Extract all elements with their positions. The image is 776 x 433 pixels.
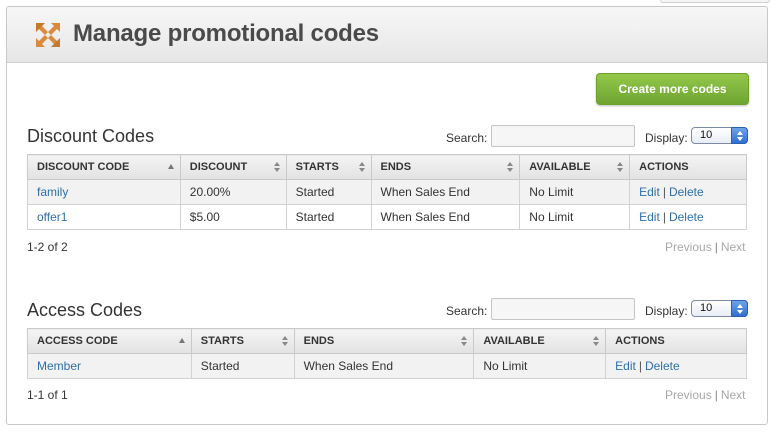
discount-codes-table: DISCOUNT CODE DISCOUNT STARTS ENDS AVAIL… bbox=[27, 154, 747, 230]
select-arrows-icon bbox=[731, 300, 748, 317]
discount-code-link[interactable]: family bbox=[37, 185, 68, 199]
page-title: Manage promotional codes bbox=[73, 20, 379, 47]
column-header-starts[interactable]: STARTS bbox=[285, 154, 372, 180]
action-separator: | bbox=[638, 359, 642, 373]
discount-display-select[interactable]: 10 bbox=[691, 127, 748, 144]
table-row: offer1 $5.00 Started When Sales End No L… bbox=[27, 204, 747, 230]
pager-separator: | bbox=[714, 388, 718, 402]
sort-icon bbox=[617, 162, 624, 173]
discount-value: 20.00% bbox=[179, 179, 287, 205]
access-codes-title: Access Codes bbox=[27, 300, 143, 320]
top-edge-tab bbox=[660, 0, 770, 3]
sort-icon bbox=[507, 162, 514, 173]
discount-display-label: Display: bbox=[645, 131, 688, 145]
sort-asc-icon bbox=[167, 162, 175, 173]
promo-codes-panel: Manage promotional codes Create more cod… bbox=[6, 6, 768, 425]
table-header-row: ACCESS CODE STARTS ENDS AVAILABLE ACTION… bbox=[27, 328, 747, 354]
next-link[interactable]: Next bbox=[721, 388, 746, 402]
ends-value: When Sales End bbox=[370, 204, 521, 230]
expand-arrows-icon bbox=[36, 23, 60, 47]
starts-value: Started bbox=[285, 179, 372, 205]
action-separator: | bbox=[662, 210, 666, 224]
sort-icon bbox=[273, 162, 281, 173]
edit-link[interactable]: Edit bbox=[639, 185, 660, 199]
row-actions: Edit | Delete bbox=[629, 179, 747, 205]
ends-value: When Sales End bbox=[370, 179, 521, 205]
starts-value: Started bbox=[285, 204, 372, 230]
column-header-actions: ACTIONS bbox=[605, 328, 747, 354]
starts-value: Started bbox=[190, 353, 295, 379]
previous-link[interactable]: Previous bbox=[665, 388, 712, 402]
column-header-actions: ACTIONS bbox=[629, 154, 747, 180]
discount-pager: Previous | Next bbox=[665, 240, 746, 254]
column-header-available[interactable]: AVAILABLE bbox=[519, 154, 631, 180]
column-header-starts[interactable]: STARTS bbox=[190, 328, 295, 354]
column-header-available[interactable]: AVAILABLE bbox=[473, 328, 607, 354]
discount-value: $5.00 bbox=[179, 204, 287, 230]
panel-header: Manage promotional codes bbox=[7, 7, 767, 63]
sort-asc-icon bbox=[178, 336, 186, 347]
column-header-discount-code[interactable]: DISCOUNT CODE bbox=[27, 154, 181, 180]
available-value: No Limit bbox=[473, 353, 607, 379]
column-header-discount[interactable]: DISCOUNT bbox=[179, 154, 287, 180]
ends-value: When Sales End bbox=[293, 353, 475, 379]
access-record-count: 1-1 of 1 bbox=[27, 388, 68, 402]
action-separator: | bbox=[662, 185, 666, 199]
access-display-label: Display: bbox=[645, 304, 688, 318]
delete-link[interactable]: Delete bbox=[645, 359, 680, 373]
available-value: No Limit bbox=[519, 179, 631, 205]
discount-search-input[interactable] bbox=[491, 125, 635, 147]
next-link[interactable]: Next bbox=[721, 240, 746, 254]
access-search-input[interactable] bbox=[491, 298, 635, 320]
discount-display-value: 10 bbox=[700, 129, 713, 141]
column-header-ends[interactable]: ENDS bbox=[293, 328, 475, 354]
discount-code-link[interactable]: offer1 bbox=[37, 210, 67, 224]
previous-link[interactable]: Previous bbox=[665, 240, 712, 254]
access-display-select[interactable]: 10 bbox=[691, 300, 748, 317]
sort-icon bbox=[358, 162, 366, 173]
create-more-codes-button[interactable]: Create more codes bbox=[596, 73, 749, 105]
pager-separator: | bbox=[714, 240, 718, 254]
table-header-row: DISCOUNT CODE DISCOUNT STARTS ENDS AVAIL… bbox=[27, 154, 747, 180]
access-display-value: 10 bbox=[700, 302, 713, 314]
table-row: family 20.00% Started When Sales End No … bbox=[27, 179, 747, 205]
row-actions: Edit | Delete bbox=[605, 353, 747, 379]
sort-icon bbox=[281, 336, 289, 347]
access-code-link[interactable]: Member bbox=[37, 359, 81, 373]
delete-link[interactable]: Delete bbox=[669, 185, 704, 199]
discount-record-count: 1-2 of 2 bbox=[27, 240, 68, 254]
table-row: Member Started When Sales End No Limit E… bbox=[27, 353, 747, 379]
edit-link[interactable]: Edit bbox=[639, 210, 660, 224]
delete-link[interactable]: Delete bbox=[669, 210, 704, 224]
access-pager: Previous | Next bbox=[665, 388, 746, 402]
row-actions: Edit | Delete bbox=[629, 204, 747, 230]
edit-link[interactable]: Edit bbox=[615, 359, 636, 373]
discount-search-label: Search: bbox=[446, 131, 488, 145]
sort-icon bbox=[461, 336, 468, 347]
column-header-ends[interactable]: ENDS bbox=[370, 154, 521, 180]
column-header-access-code[interactable]: ACCESS CODE bbox=[27, 328, 192, 354]
discount-codes-title: Discount Codes bbox=[27, 126, 155, 146]
available-value: No Limit bbox=[519, 204, 631, 230]
sort-icon bbox=[593, 336, 600, 347]
access-search-label: Search: bbox=[446, 304, 488, 318]
select-arrows-icon bbox=[731, 127, 748, 144]
access-codes-table: ACCESS CODE STARTS ENDS AVAILABLE ACTION… bbox=[27, 328, 747, 379]
